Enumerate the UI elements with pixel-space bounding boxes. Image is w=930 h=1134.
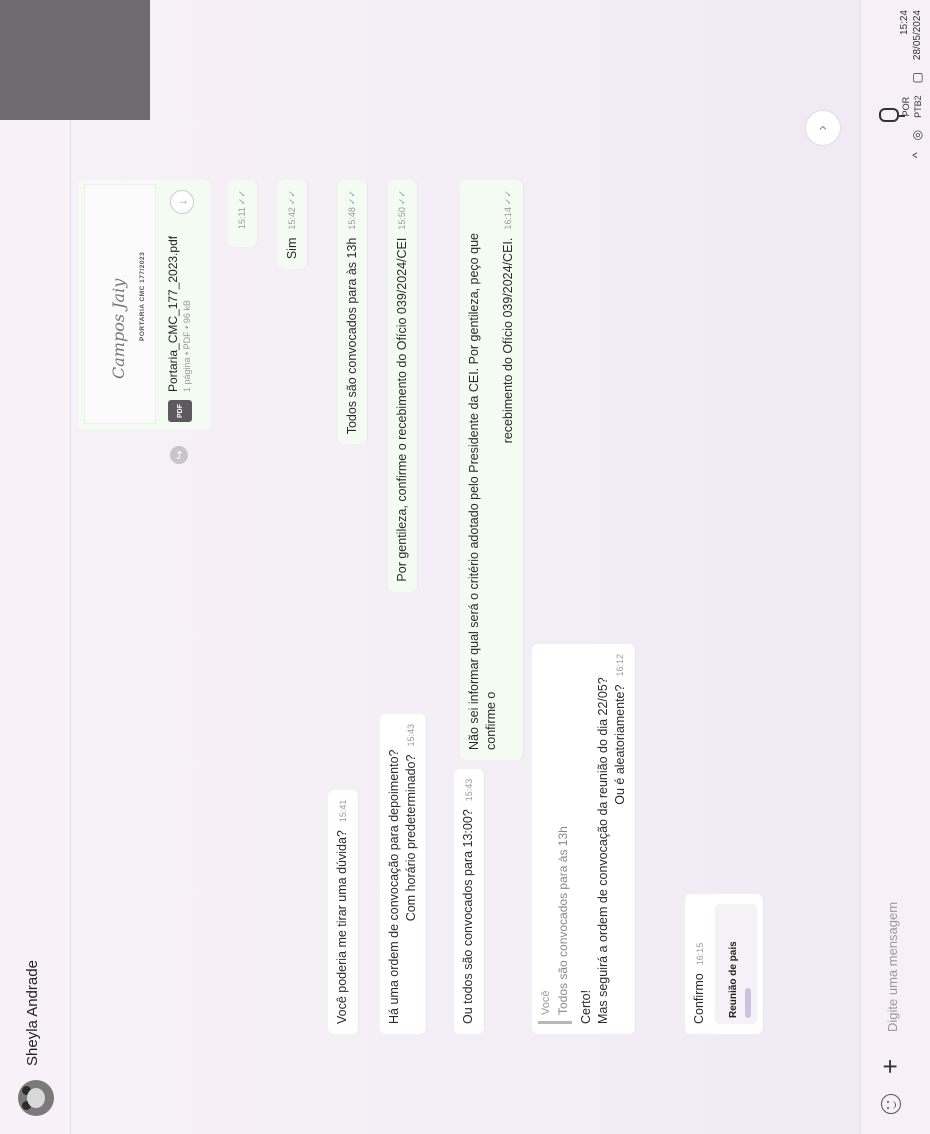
message-outgoing[interactable]: Não sei informar qual será o critério ad… — [460, 180, 523, 760]
read-ticks-icon: ✓✓ — [237, 190, 247, 206]
read-ticks-icon: ✓✓ — [503, 190, 513, 206]
message-text: Ou todos são convocados para 13:00? — [461, 809, 475, 1024]
message-text: Com horário predeterminado? — [404, 754, 418, 922]
read-ticks-icon: ✓✓ — [287, 190, 297, 206]
message-outgoing[interactable]: Por gentileza, confirme o recebimento do… — [388, 180, 417, 592]
message-time: 15:50 — [397, 207, 407, 230]
message-incoming[interactable]: Você poderia me tirar uma dúvida? 15:41 — [328, 789, 358, 1034]
microphone-icon[interactable] — [879, 108, 899, 122]
message-outgoing[interactable]: Todos são convocados para às 13h 15:48 ✓✓ — [338, 180, 367, 445]
plus-icon[interactable]: + — [875, 1059, 906, 1074]
message-time: 15:41 — [338, 799, 348, 823]
message-incoming[interactable]: Confirmo 16:15 Reunião de pais — [685, 894, 763, 1034]
message-text: Confirmo — [692, 973, 706, 1024]
message-time: 15:11 — [237, 207, 247, 229]
message-text: Ou é aleatoriamente? — [613, 684, 627, 805]
read-ticks-icon: ✓✓ — [397, 190, 407, 206]
message-outgoing[interactable]: Sim 15:42 ✓✓ — [278, 180, 307, 270]
message-time: 16:12 — [615, 654, 625, 677]
message-text: Sim — [285, 237, 299, 260]
file-name: Portaria_CMC_177_2023.pdf — [166, 235, 180, 392]
message-text: Certo! — [579, 989, 593, 1024]
file-preview[interactable]: Campos Jaiy PORTARIA CMC 177/2023 — [84, 184, 156, 424]
message-text: Você poderia me tirar uma dúvida? — [335, 830, 349, 1024]
message-outgoing[interactable]: 15:11 ✓✓ — [228, 180, 257, 247]
message-time: 16:14 — [503, 207, 513, 230]
quoted-text: Todos são convocados para às 13h — [556, 826, 570, 1015]
message-text: Todos são convocados para às 13h — [345, 237, 359, 435]
chevron-right-icon[interactable]: › — [805, 110, 841, 146]
message-time: 15:43 — [406, 724, 416, 747]
network-icon[interactable]: ◎ — [910, 130, 924, 140]
clock-date: 28/05/2024 — [912, 10, 923, 61]
chevron-up-icon[interactable]: ^ — [910, 152, 924, 158]
quoted-message[interactable]: Você Todos são convocados para às 13h — [538, 654, 572, 1024]
pdf-icon: PDF — [168, 400, 192, 422]
message-input[interactable] — [877, 150, 907, 1034]
preview-title: PORTARIA CMC 177/2023 — [139, 251, 146, 341]
forward-icon[interactable]: ↪ — [170, 446, 188, 464]
quoted-author: Você — [540, 990, 552, 1015]
clock-time: 15:24 — [899, 10, 910, 36]
signature-image: Campos Jaiy — [109, 278, 128, 379]
message-text: Há uma ordem de convocação para depoimen… — [387, 749, 401, 1024]
group-link-card[interactable]: Reunião de pais — [715, 904, 757, 1024]
contact-avatar[interactable] — [18, 1080, 54, 1116]
message-incoming[interactable]: Ou todos são convocados para 13:00? 15:43 — [454, 768, 484, 1034]
file-meta: 1 página • PDF • 96 kB — [182, 300, 192, 392]
message-text: Não sei informar qual será o critério ad… — [467, 233, 498, 750]
group-title: Reunião de pais — [728, 941, 739, 1018]
message-list: Campos Jaiy PORTARIA CMC 177/2023 PDF Po… — [70, 0, 850, 1134]
system-tray: ^ ◎ POR PTB2 ▢ 15:24 28/05/2024 — [898, 10, 924, 158]
message-time: 15:43 — [464, 778, 474, 802]
message-time: 15:48 — [347, 207, 357, 230]
message-text: recebimento do Ofício 039/2024/CEI. — [501, 237, 515, 444]
chat-header: Sheyla Andrade — [0, 0, 71, 1134]
message-text: Mas seguirá a ordem de convocação da reu… — [596, 677, 610, 1024]
read-ticks-icon: ✓✓ — [347, 190, 357, 206]
language-code: POR — [901, 96, 911, 117]
download-icon[interactable]: ↓ — [170, 190, 194, 214]
emoji-icon[interactable] — [881, 1094, 901, 1114]
file-message[interactable]: Campos Jaiy PORTARIA CMC 177/2023 PDF Po… — [78, 180, 210, 430]
clock[interactable]: 15:24 28/05/2024 — [898, 10, 924, 60]
whatsapp-window: Sheyla Andrade Campos Jaiy PORTARIA CMC … — [0, 0, 930, 1134]
message-incoming-reply[interactable]: Você Todos são convocados para às 13h Ce… — [532, 644, 635, 1034]
notification-icon[interactable]: ▢ — [910, 72, 924, 83]
compose-bar: › + — [805, 0, 930, 1134]
message-text: Por gentileza, confirme o recebimento do… — [395, 237, 409, 582]
message-time: 16:15 — [695, 942, 705, 966]
message-time: 15:42 — [287, 207, 297, 230]
contact-name[interactable]: Sheyla Andrade — [24, 960, 41, 1066]
message-incoming[interactable]: Há uma ordem de convocação para depoimen… — [380, 714, 426, 1034]
group-chip — [745, 988, 751, 1018]
keyboard-layout: PTB2 — [913, 95, 923, 118]
language-indicator[interactable]: POR PTB2 — [900, 95, 924, 118]
